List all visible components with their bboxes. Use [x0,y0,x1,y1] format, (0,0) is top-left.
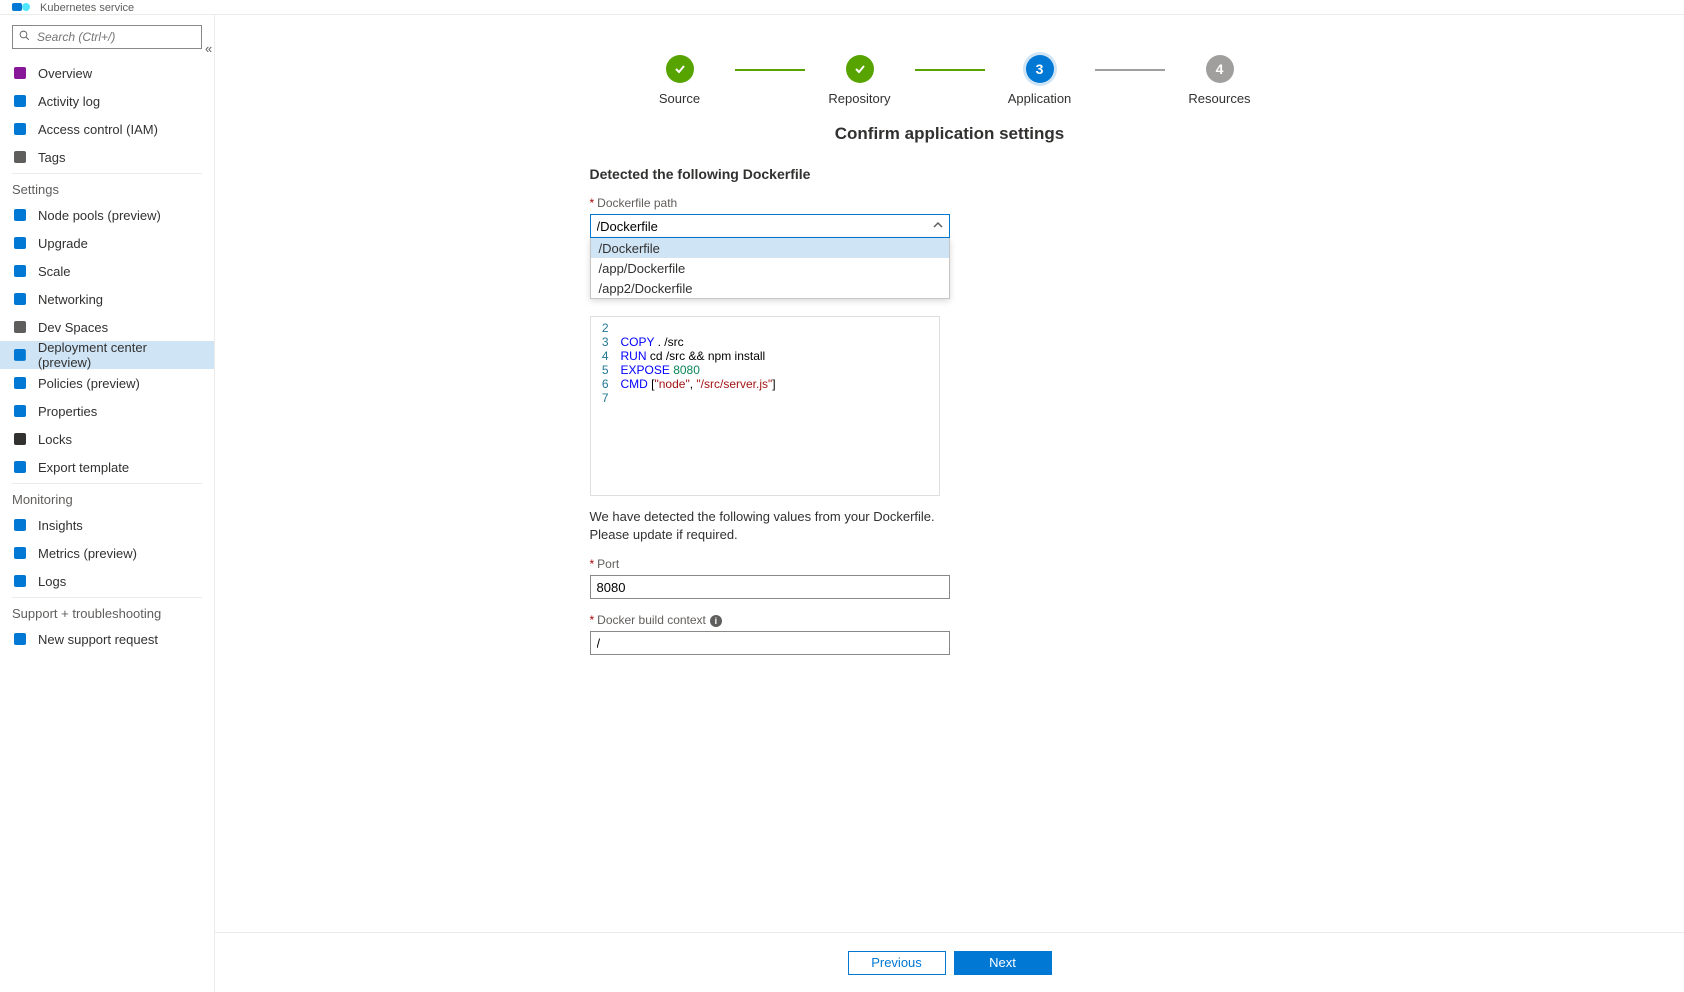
sidebar-item-access-control-iam-[interactable]: Access control (IAM) [0,115,214,143]
step-resources-upcoming: 4 [1206,55,1234,83]
nav-icon [12,291,28,307]
dropdown-option[interactable]: /app/Dockerfile [591,258,949,278]
sidebar-item-label: Overview [38,66,92,81]
sidebar-item-label: Locks [38,432,72,447]
sidebar-item-label: Scale [38,264,71,279]
sidebar: « Overview Activity log Access control (IA… [0,15,215,992]
next-button[interactable]: Next [954,951,1052,975]
sidebar-item-label: Properties [38,404,97,419]
sidebar-item-activity-log[interactable]: Activity log [0,87,214,115]
step-repository-label: Repository [828,91,890,106]
port-label: *Port [590,557,1310,571]
sidebar-item-label: Export template [38,460,129,475]
step-connector [1095,69,1165,71]
nav-icon [12,517,28,533]
step-source-complete-icon [666,55,694,83]
sidebar-item-export-template[interactable]: Export template [0,453,214,481]
main-panel: Source Repository 3 Application 4 [215,15,1684,992]
nav-icon [12,319,28,335]
nav-icon [12,431,28,447]
sidebar-item-scale[interactable]: Scale [0,257,214,285]
section-label-monitoring: Monitoring [0,486,214,511]
step-source-label: Source [659,91,700,106]
step-application-current: 3 [1026,55,1054,83]
search-icon [19,30,31,45]
topbar: Kubernetes service [0,0,1684,15]
build-context-label: *Docker build contexti [590,613,1310,627]
divider [12,597,202,598]
aks-resource-icon [12,0,32,14]
divider [12,483,202,484]
step-repository-complete-icon [846,55,874,83]
page-title: Confirm application settings [590,124,1310,144]
dockerfile-path-input[interactable] [590,214,950,238]
detected-values-hint: We have detected the following values fr… [590,508,950,543]
dockerfile-preview: 2 3COPY . /src4RUN cd /src && npm instal… [590,316,940,496]
search-input[interactable] [37,30,195,44]
wizard-footer: Previous Next [215,932,1684,992]
section-subtitle: Detected the following Dockerfile [590,166,1310,182]
section-label-settings: Settings [0,176,214,201]
collapse-sidebar-icon[interactable]: « [205,41,212,56]
sidebar-item-label: Deployment center (preview) [38,340,202,370]
nav-icon [12,347,28,363]
sidebar-item-upgrade[interactable]: Upgrade [0,229,214,257]
sidebar-item-dev-spaces[interactable]: Dev Spaces [0,313,214,341]
nav-icon [12,121,28,137]
sidebar-item-label: Upgrade [38,236,88,251]
info-icon[interactable]: i [710,615,722,627]
sidebar-item-label: Metrics (preview) [38,546,137,561]
sidebar-item-label: Node pools (preview) [38,208,161,223]
nav-icon [12,545,28,561]
nav-icon [12,375,28,391]
divider [12,173,202,174]
dockerfile-path-label: *Dockerfile path [590,196,1310,210]
build-context-input[interactable] [590,631,950,655]
topbar-label: Kubernetes service [40,2,134,14]
sidebar-item-metrics-preview-[interactable]: Metrics (preview) [0,539,214,567]
sidebar-item-label: Networking [38,292,103,307]
search-input-wrapper[interactable] [12,25,202,49]
sidebar-item-label: Activity log [38,94,100,109]
sidebar-item-label: Logs [38,574,66,589]
nav-icon [12,93,28,109]
nav-icon [12,403,28,419]
sidebar-item-logs[interactable]: Logs [0,567,214,595]
sidebar-item-label: Tags [38,150,65,165]
sidebar-item-label: New support request [38,632,158,647]
sidebar-item-label: Dev Spaces [38,320,108,335]
sidebar-item-overview[interactable]: Overview [0,59,214,87]
wizard-stepper: Source Repository 3 Application 4 [590,55,1310,106]
sidebar-item-label: Access control (IAM) [38,122,158,137]
step-resources-label: Resources [1188,91,1250,106]
section-label-support: Support + troubleshooting [0,600,214,625]
dropdown-option[interactable]: /app2/Dockerfile [591,278,949,298]
step-connector [915,69,985,71]
dockerfile-path-dropdown: /Dockerfile /app/Dockerfile /app2/Docker… [590,238,950,299]
nav-icon [12,207,28,223]
sidebar-item-new-support-request[interactable]: New support request [0,625,214,653]
sidebar-item-locks[interactable]: Locks [0,425,214,453]
sidebar-item-label: Policies (preview) [38,376,140,391]
nav-icon [12,459,28,475]
previous-button[interactable]: Previous [848,951,946,975]
sidebar-item-policies-preview-[interactable]: Policies (preview) [0,369,214,397]
nav-icon [12,263,28,279]
sidebar-item-label: Insights [38,518,83,533]
port-input[interactable] [590,575,950,599]
nav-icon [12,573,28,589]
sidebar-item-tags[interactable]: Tags [0,143,214,171]
sidebar-item-deployment-center-preview-[interactable]: Deployment center (preview) [0,341,214,369]
nav-icon [12,235,28,251]
sidebar-item-node-pools-preview-[interactable]: Node pools (preview) [0,201,214,229]
sidebar-item-insights[interactable]: Insights [0,511,214,539]
sidebar-item-properties[interactable]: Properties [0,397,214,425]
nav-icon [12,631,28,647]
nav-icon [12,149,28,165]
step-connector [735,69,805,71]
sidebar-item-networking[interactable]: Networking [0,285,214,313]
step-application-label: Application [1008,91,1072,106]
dropdown-option[interactable]: /Dockerfile [591,238,949,258]
nav-icon [12,65,28,81]
